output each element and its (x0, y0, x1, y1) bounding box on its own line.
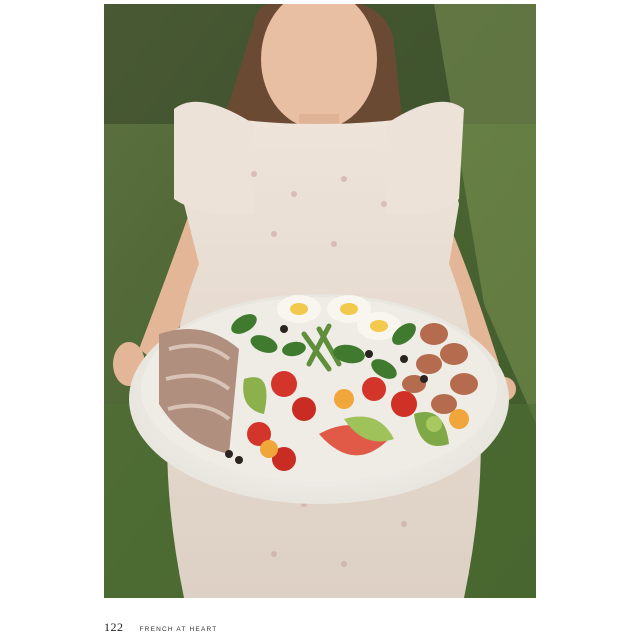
left-sleeve (174, 101, 254, 215)
right-sleeve (386, 101, 464, 215)
photo-illustration (104, 4, 536, 598)
salad-photo (104, 4, 536, 598)
folio: 122 FRENCH AT HEART (104, 620, 217, 634)
book-page: 122 FRENCH AT HEART (0, 0, 636, 636)
page-number: 122 (104, 620, 124, 634)
running-head: FRENCH AT HEART (139, 626, 218, 633)
